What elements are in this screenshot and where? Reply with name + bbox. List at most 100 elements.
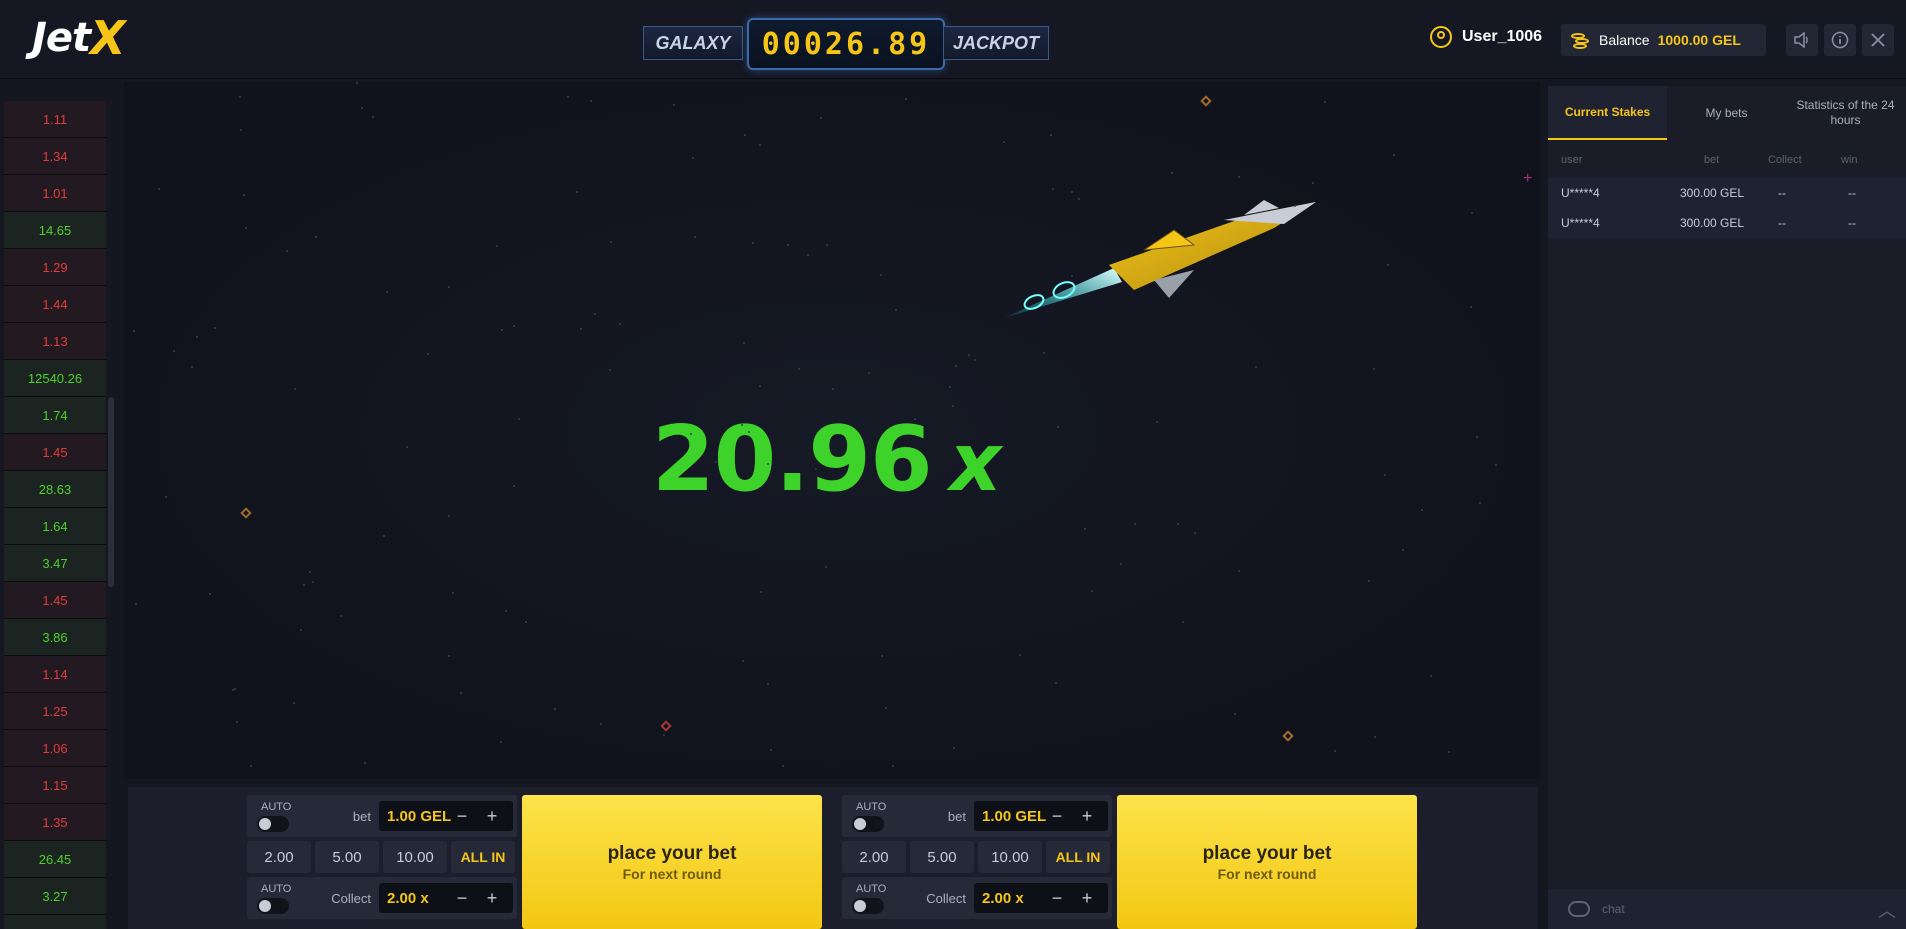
increase-collect-button[interactable]: +	[481, 886, 503, 910]
star	[663, 734, 665, 736]
star	[1495, 464, 1497, 466]
tab-current-stakes[interactable]: Current Stakes	[1548, 86, 1667, 140]
star	[748, 431, 750, 433]
history-item: 3.47	[4, 545, 106, 582]
star	[286, 250, 288, 252]
history-item: 1.14	[4, 656, 106, 693]
star	[868, 372, 870, 374]
top-bar: Jet X GALAXY 00026.89 JACKPOT User_1006 …	[0, 0, 1906, 79]
star	[250, 765, 252, 767]
auto-collect-label: AUTO	[856, 883, 887, 895]
stakes-table-header: user bet Collect win	[1548, 150, 1906, 170]
balance-value: 1000.00 GEL	[1657, 32, 1741, 48]
star	[715, 461, 717, 463]
star	[1120, 563, 1122, 565]
auto-bet-label: AUTO	[261, 801, 292, 813]
bet-amount-field[interactable]: 1.00 GEL − +	[974, 801, 1108, 831]
increase-collect-button[interactable]: +	[1076, 886, 1098, 910]
all-in-button[interactable]: ALL IN	[451, 841, 515, 873]
star	[293, 702, 295, 704]
quick-bet-2[interactable]: 2.00	[842, 841, 906, 873]
place-bet-button[interactable]: place your bet For next round	[1117, 795, 1417, 929]
star	[825, 566, 827, 568]
star	[406, 446, 408, 448]
balance-box: Balance 1000.00 GEL	[1561, 24, 1766, 56]
star	[448, 655, 450, 657]
chat-bar[interactable]: chat ︿	[1548, 889, 1906, 929]
increase-bet-button[interactable]: +	[1076, 804, 1098, 828]
history-item: 1.11	[4, 101, 106, 138]
tab-my-bets[interactable]: My bets	[1667, 86, 1786, 140]
auto-bet-toggle[interactable]	[852, 816, 884, 832]
user-info: User_1006	[1430, 26, 1542, 48]
info-button[interactable]	[1824, 24, 1856, 56]
star	[1134, 523, 1136, 525]
star	[609, 369, 611, 371]
star	[1387, 264, 1389, 266]
sound-button[interactable]	[1786, 24, 1818, 56]
star	[744, 134, 746, 136]
star	[594, 313, 596, 315]
collect-multiplier-field[interactable]: 2.00 x − +	[379, 883, 513, 913]
user-icon	[1430, 26, 1452, 48]
star	[364, 762, 366, 764]
quick-bet-5[interactable]: 5.00	[910, 841, 974, 873]
star	[309, 571, 311, 573]
auto-bet-toggle[interactable]	[257, 816, 289, 832]
star	[427, 353, 429, 355]
place-bet-button[interactable]: place your bet For next round	[522, 795, 822, 929]
star	[759, 385, 761, 387]
star	[1374, 736, 1376, 738]
star	[448, 515, 450, 517]
star	[752, 242, 754, 244]
star	[448, 286, 450, 288]
star	[1043, 352, 1045, 354]
history-scrollbar[interactable]	[108, 397, 114, 587]
star	[1171, 172, 1173, 174]
close-button[interactable]	[1862, 24, 1894, 56]
quick-bet-10[interactable]: 10.00	[978, 841, 1042, 873]
jackpot-label-right: JACKPOT	[943, 26, 1049, 60]
star	[832, 388, 834, 390]
history-item: 1.77	[4, 915, 106, 929]
auto-collect-toggle[interactable]	[852, 898, 884, 914]
multiplier-value: 20.96	[652, 407, 933, 512]
star	[173, 350, 175, 352]
info-icon	[1831, 31, 1849, 49]
decrease-bet-button[interactable]: −	[451, 804, 473, 828]
bet-amount-row: AUTO bet 1.00 GEL − +	[842, 795, 1112, 837]
decrease-bet-button[interactable]: −	[1046, 804, 1068, 828]
auto-collect-toggle[interactable]	[257, 898, 289, 914]
bet-panel-area: AUTO bet 1.00 GEL − + 2.00 5.00 10.00 AL…	[128, 787, 1538, 929]
logo-text: Jet	[32, 15, 91, 61]
star	[1003, 141, 1005, 143]
decrease-collect-button[interactable]: −	[451, 886, 473, 910]
star	[759, 144, 761, 146]
star	[1050, 134, 1052, 136]
star	[518, 418, 520, 420]
row-user: U*****4	[1561, 186, 1600, 200]
col-win: win	[1841, 154, 1858, 166]
quick-bet-2[interactable]: 2.00	[247, 841, 311, 873]
star	[590, 100, 592, 102]
star	[1294, 205, 1296, 207]
tab-statistics-24h[interactable]: Statistics of the 24 hours	[1786, 86, 1905, 140]
all-in-button[interactable]: ALL IN	[1046, 841, 1110, 873]
place-bet-subtitle: For next round	[622, 865, 722, 882]
increase-bet-button[interactable]: +	[481, 804, 503, 828]
place-bet-title: place your bet	[607, 842, 737, 864]
collect-multiplier-field[interactable]: 2.00 x − +	[974, 883, 1108, 913]
chevron-up-icon[interactable]: ︿	[1878, 897, 1896, 923]
quick-bet-10[interactable]: 10.00	[383, 841, 447, 873]
history-list: 1.11 1.34 1.01 14.65 1.29 1.44 1.13 12540.26 1.7…	[4, 101, 106, 929]
decrease-collect-button[interactable]: −	[1046, 886, 1068, 910]
star	[807, 254, 809, 256]
row-collect: --	[1778, 186, 1786, 200]
star	[885, 707, 887, 709]
star	[234, 688, 236, 690]
star	[196, 336, 198, 338]
star	[452, 592, 454, 594]
star	[243, 194, 245, 196]
quick-bet-5[interactable]: 5.00	[315, 841, 379, 873]
bet-amount-field[interactable]: 1.00 GEL − +	[379, 801, 513, 831]
